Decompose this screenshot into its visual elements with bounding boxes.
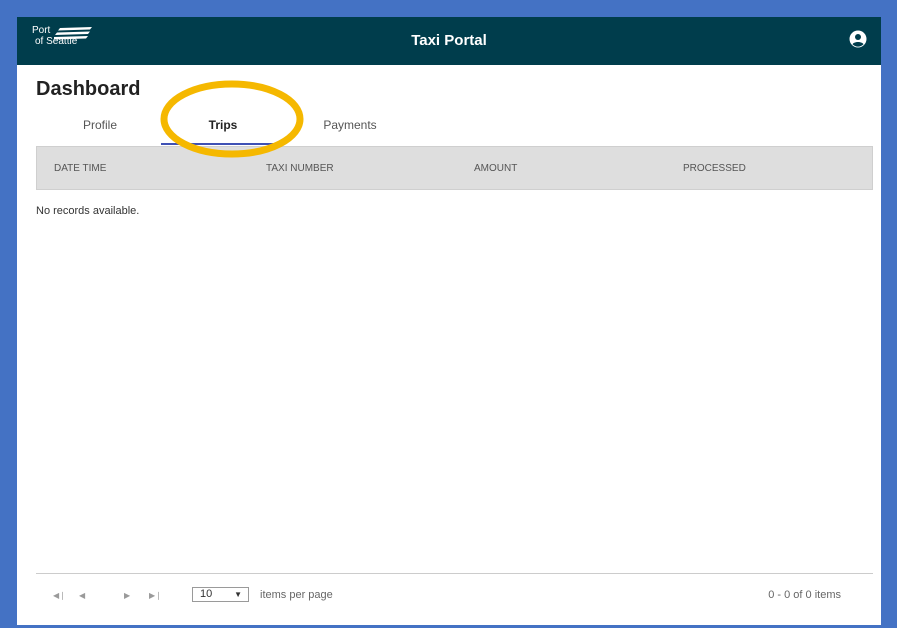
chevron-down-icon: ▼ bbox=[234, 590, 242, 599]
page-title: Dashboard bbox=[36, 78, 141, 100]
app-window: Port of Seattle Taxi Portal Dashboard Pr… bbox=[17, 17, 881, 625]
tab-profile[interactable]: Profile bbox=[55, 113, 145, 143]
empty-grid-message: No records available. bbox=[36, 205, 140, 217]
pager-info: 0 - 0 of 0 items bbox=[768, 589, 841, 601]
column-header-taxi-number[interactable]: TAXI NUMBER bbox=[266, 163, 334, 174]
app-title: Taxi Portal bbox=[411, 32, 487, 49]
user-circle-icon[interactable] bbox=[849, 30, 867, 48]
pager-divider bbox=[36, 573, 873, 574]
top-bar: Port of Seattle Taxi Portal bbox=[17, 17, 881, 65]
items-per-page-label: items per page bbox=[260, 589, 333, 601]
last-page-icon[interactable]: ▶❘ bbox=[149, 591, 162, 600]
column-header-date-time[interactable]: DATE TIME bbox=[54, 163, 106, 174]
column-header-processed[interactable]: PROCESSED bbox=[683, 163, 746, 174]
tab-trips[interactable]: Trips bbox=[161, 113, 285, 145]
column-header-amount[interactable]: AMOUNT bbox=[474, 163, 517, 174]
tab-strip: Profile Trips Payments bbox=[35, 113, 875, 145]
prev-page-icon[interactable]: ◀ bbox=[79, 591, 85, 600]
page-size-select[interactable]: 10 ▼ bbox=[192, 587, 249, 602]
first-page-icon[interactable]: ◀❘ bbox=[53, 591, 66, 600]
tab-payments[interactable]: Payments bbox=[305, 113, 395, 143]
grid-header: DATE TIME TAXI NUMBER AMOUNT PROCESSED bbox=[36, 146, 873, 190]
next-page-icon[interactable]: ▶ bbox=[124, 591, 130, 600]
page-size-value: 10 bbox=[200, 588, 213, 600]
